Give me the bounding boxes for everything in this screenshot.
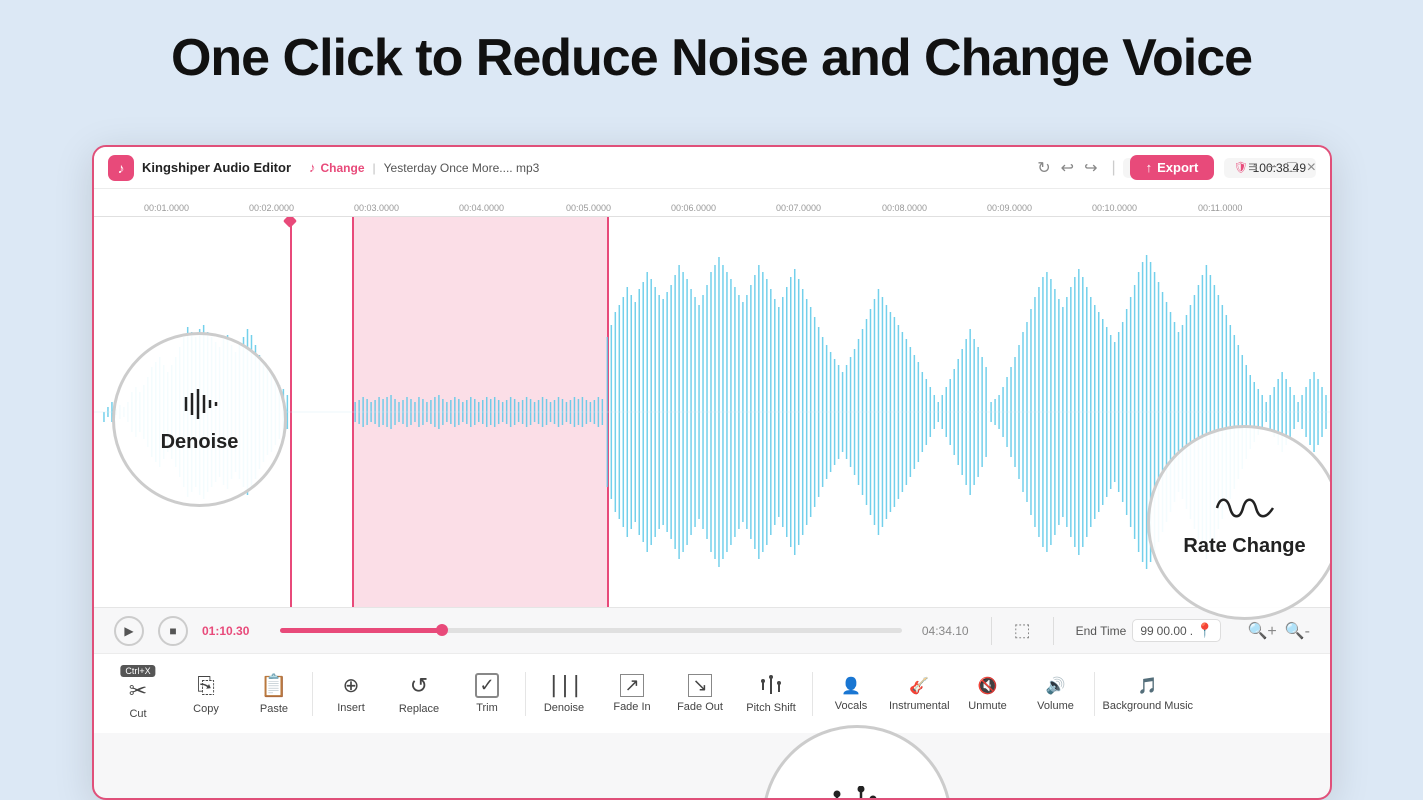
titlebar: ♪ Kingshiper Audio Editor ♪ Change | Yes… xyxy=(94,147,1330,189)
insert-icon: ⊕ xyxy=(343,673,360,698)
replace-tool[interactable]: ↺ Replace xyxy=(385,659,453,729)
vocals-icon: 👤 xyxy=(841,676,861,696)
copy-tool[interactable]: ⎘ Copy xyxy=(172,659,240,729)
rate-change-overlay-icon xyxy=(1215,487,1275,529)
end-time-area: End Time 99 00.00 . 📍 xyxy=(1076,619,1222,642)
denoise-waveform-icon xyxy=(178,385,222,423)
insert-label: Insert xyxy=(337,702,365,714)
window-controls: ↻ ↩ ↪ | ↑ Export ≡ − □ × xyxy=(1037,147,1316,188)
insert-tool[interactable]: ⊕ Insert xyxy=(317,659,385,729)
replace-label: Replace xyxy=(399,703,439,715)
progress-fill xyxy=(280,628,442,633)
refresh-icon[interactable]: ↻ xyxy=(1037,158,1050,178)
replace-icon: ↺ xyxy=(410,673,428,699)
fade-out-label: Fade Out xyxy=(677,701,723,713)
select-tool-icon[interactable]: ⬚ xyxy=(1014,620,1031,641)
minimize-icon[interactable]: − xyxy=(1268,159,1277,177)
fade-out-tool[interactable]: ↘ Fade Out xyxy=(666,659,734,729)
progress-handle[interactable] xyxy=(436,624,448,636)
trim-label: Trim xyxy=(476,702,498,714)
unmute-label: Unmute xyxy=(968,700,1007,712)
progress-track[interactable] xyxy=(280,628,902,633)
file-name: Yesterday Once More.... mp3 xyxy=(384,161,540,175)
denoise-overlay-label: Denoise xyxy=(161,431,239,454)
maximize-icon[interactable]: □ xyxy=(1287,159,1297,177)
denoise-overlay: Denoise xyxy=(112,332,287,507)
trim-icon: ✓ xyxy=(475,673,498,698)
tab-change-label[interactable]: Change xyxy=(321,161,365,175)
app-name: Kingshiper Audio Editor xyxy=(142,160,291,175)
play-button[interactable]: ▶ xyxy=(114,616,144,646)
total-time-display: 04:34.10 xyxy=(922,624,969,638)
cut-tool[interactable]: Ctrl+X ✂ Cut xyxy=(104,659,172,729)
denoise-label: Denoise xyxy=(544,702,584,714)
fade-out-icon: ↘ xyxy=(688,674,711,697)
pin-icon: 📍 xyxy=(1196,622,1213,639)
rate-change-overlay-label: Rate Change xyxy=(1183,535,1305,558)
denoise-tool[interactable]: ||| Denoise xyxy=(530,659,598,729)
instrumental-tool[interactable]: 🎸 Instrumental xyxy=(885,659,954,729)
pitch-shift-overlay: Pitch Shift xyxy=(762,725,952,800)
pitch-shift-overlay-icon xyxy=(831,786,883,800)
volume-label: Volume xyxy=(1037,700,1074,712)
fade-in-label: Fade In xyxy=(613,701,650,713)
cut-icon: ✂ xyxy=(129,678,147,704)
unmute-icon: 🔇 xyxy=(978,676,998,696)
denoise-icon: ||| xyxy=(547,673,581,698)
app-window: ♪ Kingshiper Audio Editor ♪ Change | Yes… xyxy=(92,145,1332,800)
background-music-icon: 🎵 xyxy=(1138,676,1158,696)
fade-in-tool[interactable]: ↗ Fade In xyxy=(598,659,666,729)
volume-icon: 🔊 xyxy=(1046,676,1066,696)
export-icon: ↑ xyxy=(1146,160,1153,175)
paste-icon: 📋 xyxy=(260,673,287,699)
export-button[interactable]: ↑ Export xyxy=(1130,155,1215,180)
trim-tool[interactable]: ✓ Trim xyxy=(453,659,521,729)
rate-change-overlay: Rate Change xyxy=(1147,425,1332,620)
stop-button[interactable]: ■ xyxy=(158,616,188,646)
volume-tool[interactable]: 🔊 Volume xyxy=(1022,659,1090,729)
timeline-ruler: 00:01.0000 00:02.0000 00:03.0000 00:04.0… xyxy=(94,189,1330,217)
unmute-tool[interactable]: 🔇 Unmute xyxy=(954,659,1022,729)
pitch-shift-label: Pitch Shift xyxy=(746,702,796,714)
transport-bar: ▶ ■ 01:10.30 04:34.10 ⬚ End Time 99 00.0… xyxy=(94,607,1330,653)
close-icon[interactable]: × xyxy=(1307,159,1316,177)
titlebar-tab: ♪ Change | Yesterday Once More.... mp3 xyxy=(309,160,539,175)
cut-shortcut-badge: Ctrl+X xyxy=(120,665,155,677)
music-note-icon: ♪ xyxy=(309,160,316,175)
vocals-tool[interactable]: 👤 Vocals xyxy=(817,659,885,729)
background-music-tool[interactable]: 🎵 Background Music xyxy=(1099,659,1198,729)
background-music-label: Background Music xyxy=(1103,700,1194,712)
instrumental-icon: 🎸 xyxy=(909,676,929,696)
pitch-shift-tool[interactable]: Pitch Shift xyxy=(734,659,808,729)
copy-icon: ⎘ xyxy=(197,673,215,699)
pitch-shift-icon xyxy=(759,674,783,698)
paste-tool[interactable]: 📋 Paste xyxy=(240,659,308,729)
copy-label: Copy xyxy=(193,703,219,715)
vocals-label: Vocals xyxy=(835,700,867,712)
page-headline: One Click to Reduce Noise and Change Voi… xyxy=(0,0,1423,106)
zoom-out-button[interactable]: 🔍- xyxy=(1285,621,1310,641)
undo-icon[interactable]: ↩ xyxy=(1061,158,1074,178)
redo-icon[interactable]: ↪ xyxy=(1084,158,1097,178)
paste-label: Paste xyxy=(260,703,288,715)
bottom-toolbar: Ctrl+X ✂ Cut ⎘ Copy 📋 Paste ⊕ Insert ↺ R… xyxy=(94,653,1330,733)
fade-in-icon: ↗ xyxy=(620,674,643,697)
zoom-in-button[interactable]: 🔍+ xyxy=(1247,621,1276,641)
cut-label: Cut xyxy=(129,708,146,720)
current-time-display: 01:10.30 xyxy=(202,624,260,638)
app-logo: ♪ xyxy=(108,155,134,181)
zoom-controls: 🔍+ 🔍- xyxy=(1247,621,1310,641)
menu-icon[interactable]: ≡ xyxy=(1248,159,1257,177)
instrumental-label: Instrumental xyxy=(889,700,950,712)
end-time-input[interactable]: 99 00.00 . 📍 xyxy=(1132,619,1221,642)
